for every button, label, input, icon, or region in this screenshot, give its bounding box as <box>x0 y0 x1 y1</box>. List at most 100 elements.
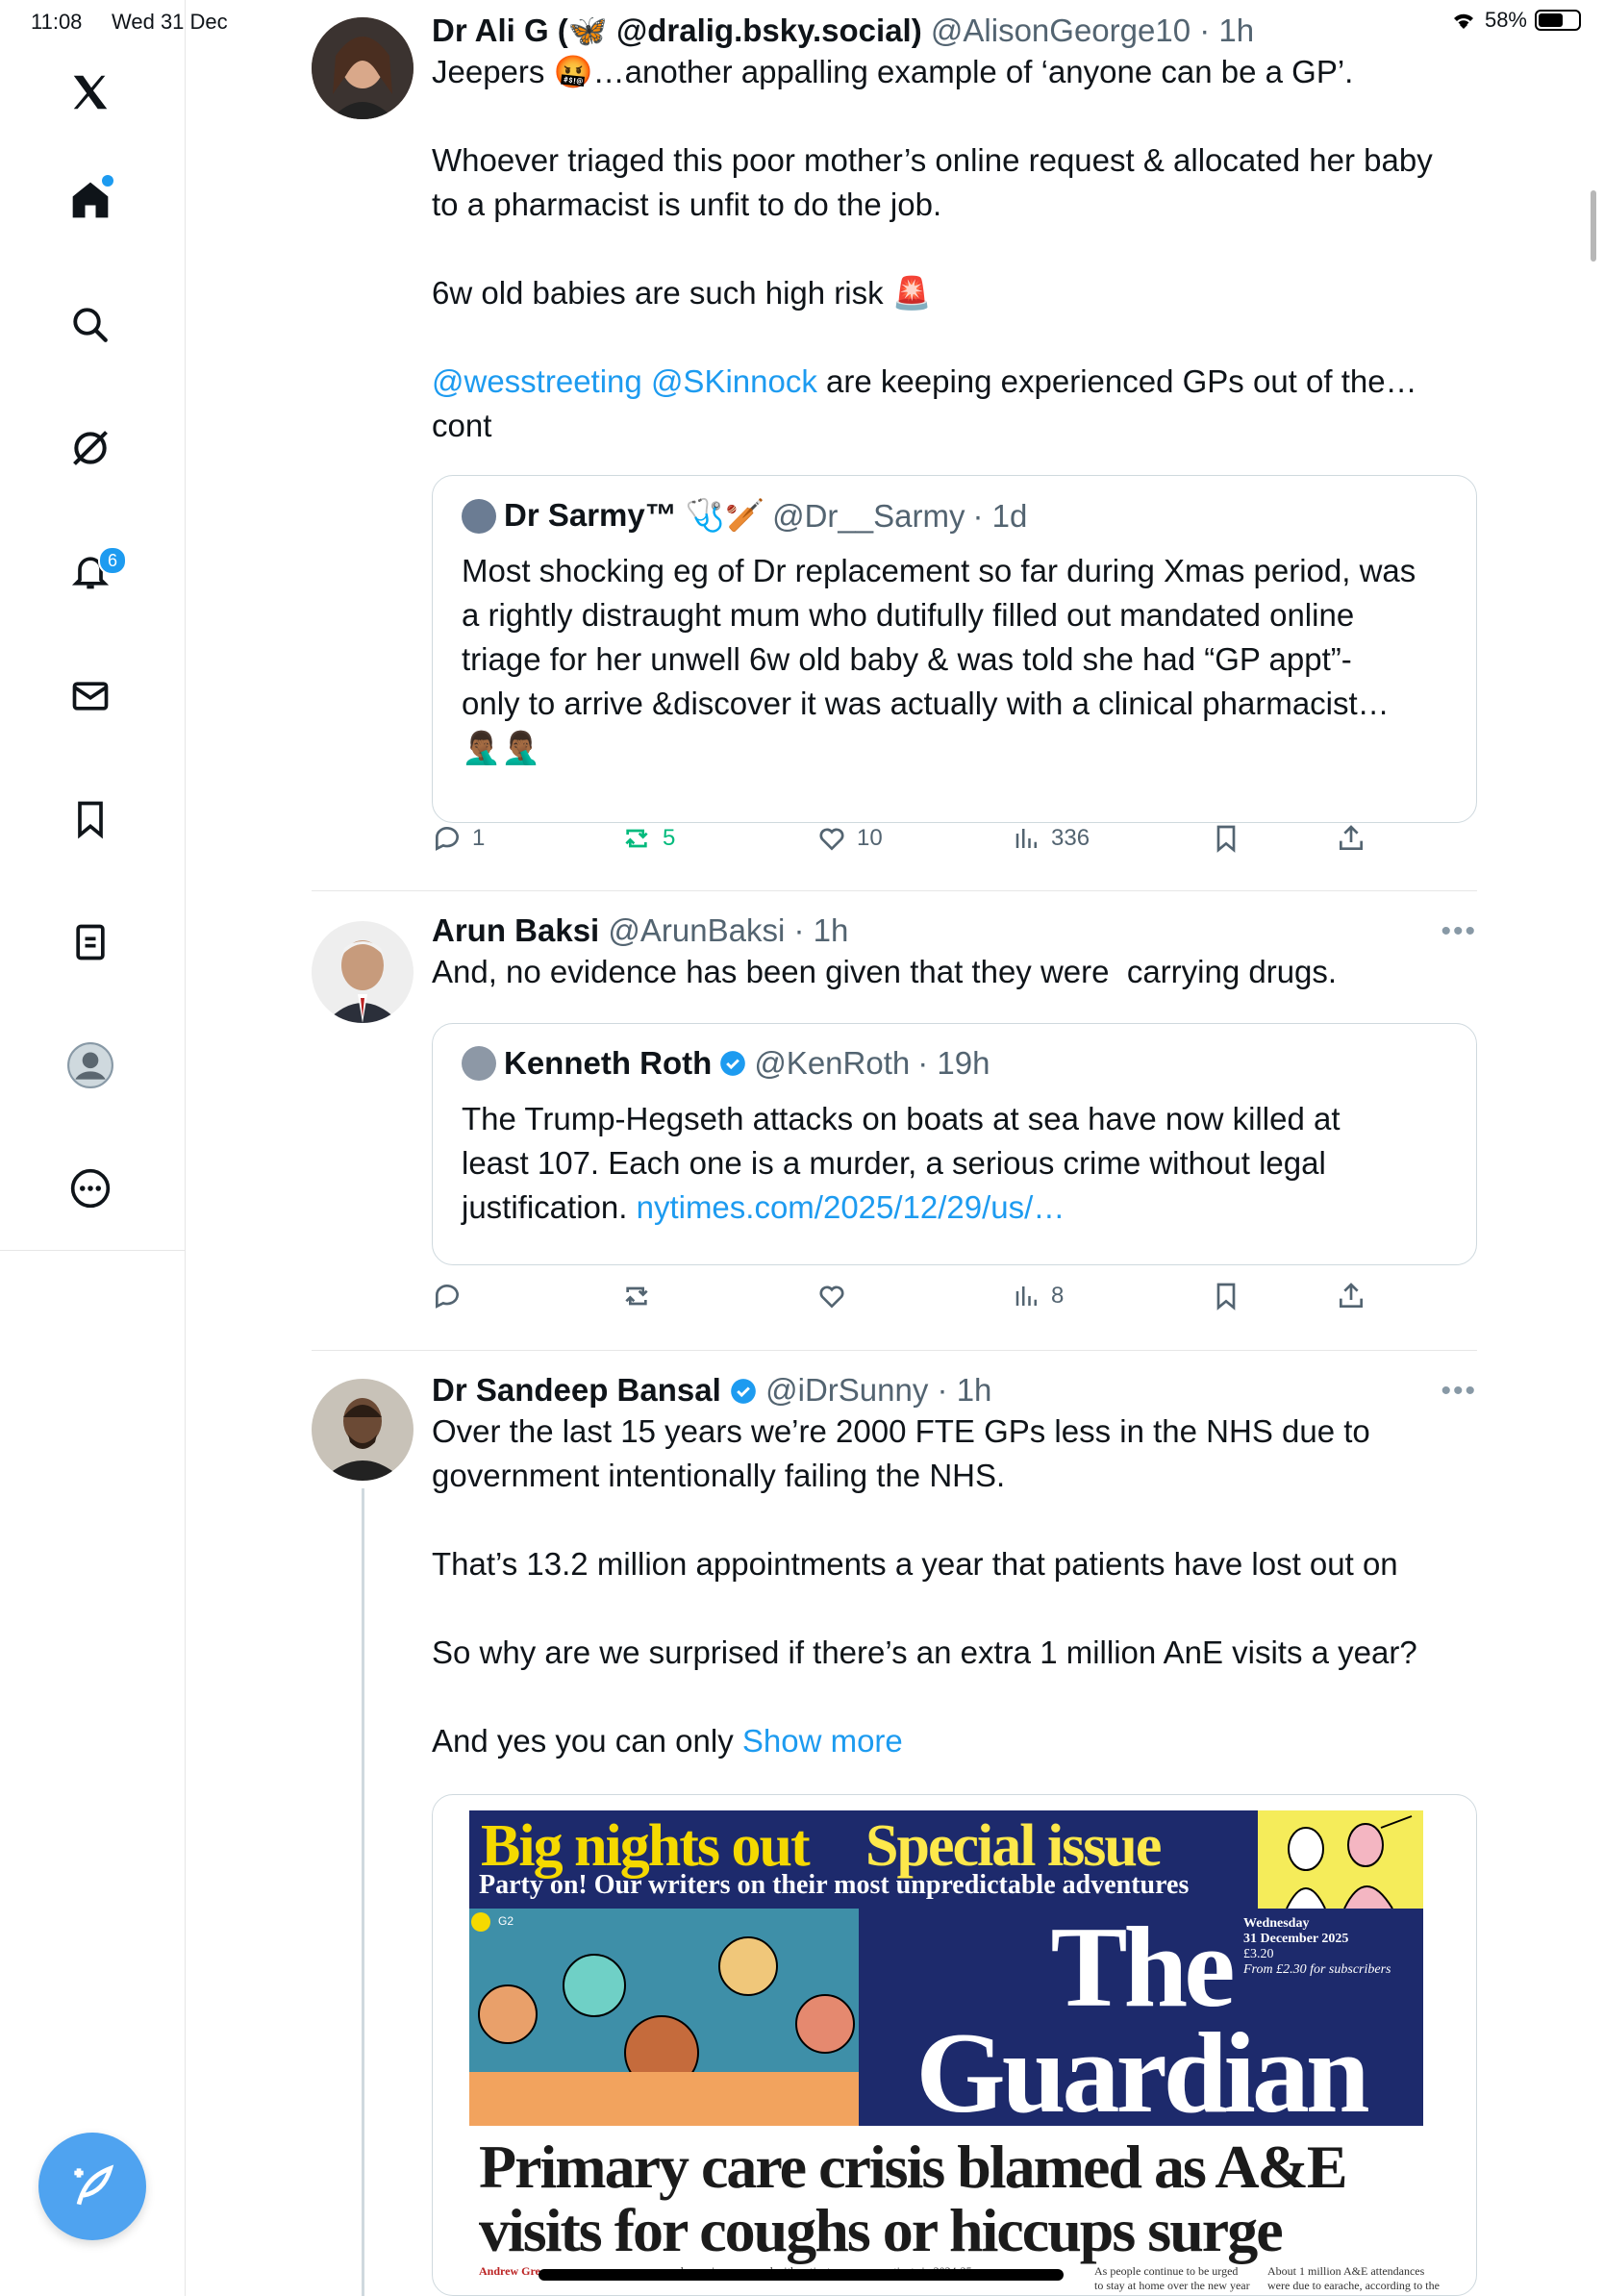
x-logo-icon[interactable] <box>63 65 117 119</box>
tweet-header: Dr Sandeep Bansal @iDrSunny · 1h <box>432 1371 1477 1410</box>
repost-count: 5 <box>663 825 676 851</box>
author-avatar[interactable] <box>312 921 414 1023</box>
views-button[interactable]: 336 <box>1013 823 1090 854</box>
front-page-illustration: G2 <box>469 1909 859 2126</box>
like-button[interactable]: 10 <box>816 823 883 854</box>
reply-count: 1 <box>472 825 486 851</box>
views-button[interactable]: 8 <box>1013 1281 1064 1311</box>
search-icon[interactable] <box>63 298 117 352</box>
quoted-link[interactable]: nytimes.com/2025/12/29/us/… <box>637 1189 1065 1225</box>
battery-percent: 58% <box>1484 8 1527 32</box>
author-handle[interactable]: @AlisonGeorge10 <box>931 12 1190 48</box>
author-name[interactable]: Arun Baksi <box>432 912 599 948</box>
views-count: 8 <box>1051 1283 1065 1309</box>
repost-icon <box>625 829 648 848</box>
newspaper-front-page: Big nights out Special issue Party on! O… <box>469 1810 1423 2295</box>
lists-icon[interactable] <box>63 915 117 969</box>
tweet-media-image[interactable]: Big nights out Special issue Party on! O… <box>432 1794 1477 2296</box>
bookmark-button[interactable] <box>1211 823 1241 854</box>
mention-link[interactable]: @wesstreeting <box>432 363 642 399</box>
home-unread-dot <box>102 175 113 187</box>
grok-icon[interactable] <box>63 421 117 475</box>
compose-post-button[interactable] <box>38 2133 146 2240</box>
tweet-text-paragraph: 6w old babies are such high risk 🚨 <box>432 275 932 311</box>
repost-button[interactable]: 5 <box>620 823 675 854</box>
author-handle[interactable]: @ArunBaksi <box>608 912 785 948</box>
notifications-badge: 6 <box>98 546 127 575</box>
reply-button[interactable] <box>432 1281 463 1311</box>
quoted-avatar <box>462 498 496 534</box>
author-name[interactable]: Dr Sandeep Bansal <box>432 1372 721 1408</box>
bookmark-icon <box>1216 1283 1236 1310</box>
notifications-icon[interactable]: 6 <box>63 544 127 598</box>
masthead-title-2: Guardian <box>915 2009 1369 2136</box>
more-options-icon[interactable] <box>63 1161 117 1215</box>
quoted-tweet[interactable]: Dr Sarmy™ 🩺🏏 @Dr__Sarmy · 1d Most shocki… <box>432 475 1477 823</box>
tweet-time[interactable]: · 1h <box>938 1372 992 1408</box>
author-avatar[interactable] <box>312 1379 414 1481</box>
tweet-actions: 1 5 10 336 <box>432 823 1374 869</box>
quoted-author-name: Kenneth Roth <box>504 1045 713 1081</box>
share-button[interactable] <box>1336 823 1366 854</box>
reply-icon <box>436 1285 459 1309</box>
mention-link[interactable]: @SKinnock <box>651 363 817 399</box>
price-line: £3.20 <box>1243 1947 1274 1961</box>
thread-connector-line <box>362 1488 364 2296</box>
profile-avatar-icon[interactable] <box>63 1038 117 1092</box>
quoted-header: Dr Sarmy™ 🩺🏏 @Dr__Sarmy · 1d <box>462 497 1027 535</box>
author-avatar[interactable] <box>312 17 414 119</box>
home-indicator[interactable] <box>539 2269 1064 2281</box>
share-button[interactable] <box>1336 1281 1366 1311</box>
quoted-avatar <box>462 1046 496 1081</box>
tweet-actions: 8 <box>432 1281 1374 1327</box>
show-more-link[interactable]: Show more <box>742 1723 903 1759</box>
share-icon <box>1340 1283 1363 1308</box>
tweet-time[interactable]: · 1h <box>1199 12 1254 48</box>
bookmark-icon <box>1216 825 1236 853</box>
date-line: Wednesday <box>1243 1916 1310 1931</box>
newspaper-masthead: The Guardian Wednesday 31 December 2025 £… <box>859 1909 1423 2131</box>
front-page-headline: Primary care crisis blamed as A&E visits… <box>479 2133 1348 2264</box>
quoted-text: Most shocking eg of Dr replacement so fa… <box>462 553 1416 765</box>
tweet-time[interactable]: · 1h <box>793 912 848 948</box>
tweet-2[interactable]: ••• Arun Baksi @ArunBaksi · 1h And, no e… <box>312 912 1477 1319</box>
battery-icon <box>1535 10 1581 31</box>
tweet-text-mentions: @wesstreeting @SKinnock are keeping expe… <box>432 360 1477 448</box>
quoted-tweet[interactable]: Kenneth Roth @KenRoth · 19h The Trump-He… <box>432 1023 1477 1265</box>
heart-icon <box>819 828 844 851</box>
messages-icon[interactable] <box>63 669 117 723</box>
tweet-divider <box>312 890 1477 891</box>
footer-text: As people continue to be urged to stay a… <box>1094 2264 1250 2292</box>
date-line: 31 December 2025 <box>1243 1932 1349 1946</box>
tweet-body: Dr Ali G (🦋 @dralig.bsky.social) @Alison… <box>432 12 1477 448</box>
repost-button[interactable] <box>620 1281 653 1311</box>
views-icon <box>1015 829 1037 848</box>
footer-text: About 1 million A&E attendances were due… <box>1267 2264 1440 2292</box>
home-icon[interactable] <box>63 173 117 227</box>
verified-badge-icon <box>731 1379 756 1404</box>
compose-feather-icon <box>74 2164 114 2206</box>
scrollbar[interactable] <box>1591 190 1596 262</box>
tweet-divider <box>312 1350 1477 1351</box>
sidebar: 6 <box>0 0 186 2296</box>
heart-icon <box>819 1285 844 1309</box>
quoted-time: · 19h <box>917 1045 990 1081</box>
reply-button[interactable]: 1 <box>432 823 485 854</box>
quoted-author-name: Dr Sarmy™ 🩺🏏 <box>504 497 765 533</box>
tweet-header: Dr Ali G (🦋 @dralig.bsky.social) @Alison… <box>432 12 1477 50</box>
tweet-text-line: Jeepers 🤬…another appalling example of ‘… <box>432 54 1354 89</box>
author-name[interactable]: Dr Ali G (🦋 @dralig.bsky.social) <box>432 12 922 48</box>
quoted-header: Kenneth Roth @KenRoth · 19h <box>462 1045 990 1082</box>
author-handle[interactable]: @iDrSunny <box>765 1372 928 1408</box>
verified-badge-icon <box>720 1051 746 1076</box>
tweet-body: Dr Sandeep Bansal @iDrSunny · 1h Over th… <box>432 1371 1477 1763</box>
tweet-text-paragraph: Whoever triaged this poor mother’s onlin… <box>432 142 1433 222</box>
tweet-1[interactable]: Dr Ali G (🦋 @dralig.bsky.social) @Alison… <box>312 12 1477 883</box>
views-count: 336 <box>1051 825 1090 851</box>
tweet-3[interactable]: ••• Dr Sandeep Bansal @iDrSunny · 1h Ove… <box>312 1372 1477 2296</box>
like-count: 10 <box>857 825 883 851</box>
share-icon <box>1340 825 1363 850</box>
bookmarks-icon[interactable] <box>63 792 117 846</box>
like-button[interactable] <box>816 1281 847 1311</box>
bookmark-button[interactable] <box>1211 1281 1241 1311</box>
